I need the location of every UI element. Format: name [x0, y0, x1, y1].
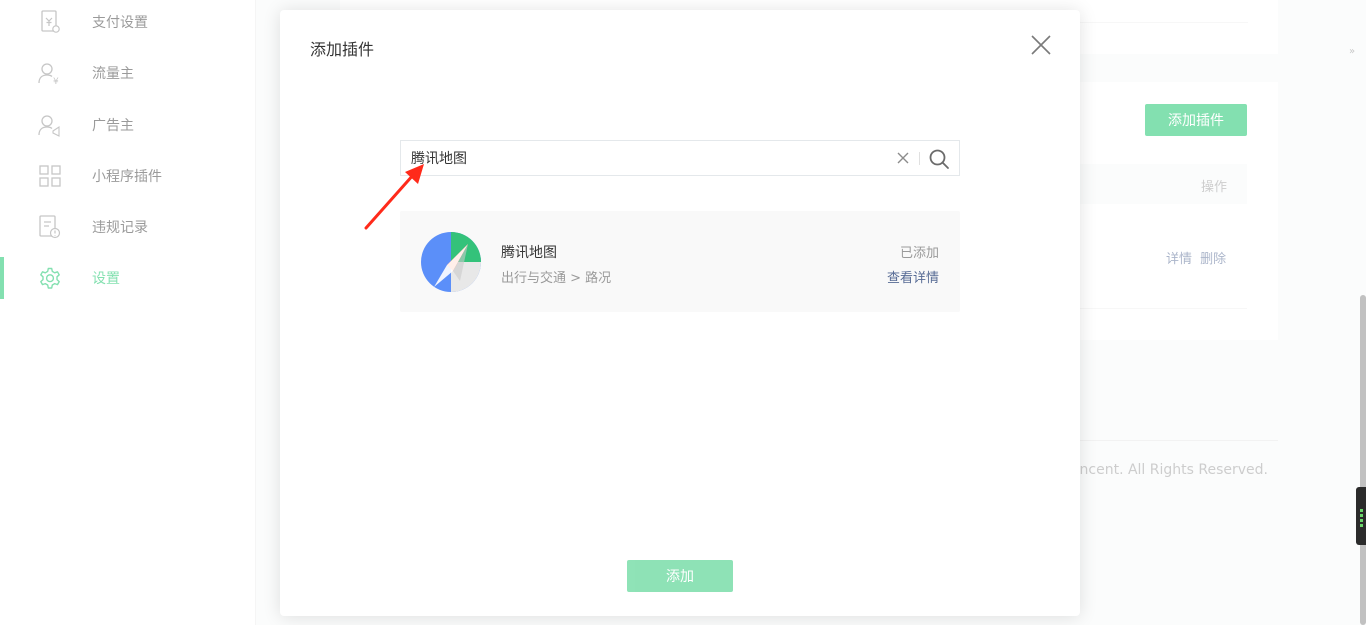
- side-widget[interactable]: [1356, 487, 1366, 545]
- plugin-status: 已添加: [899, 246, 939, 261]
- add-button[interactable]: 添加: [627, 560, 733, 592]
- view-details-link[interactable]: 查看详情: [887, 267, 939, 286]
- plugin-category: 出行与交通 > 路况: [501, 271, 612, 286]
- plugin-name: 腾讯地图: [501, 245, 557, 261]
- divider: [919, 152, 920, 165]
- close-icon[interactable]: [1028, 32, 1054, 58]
- search-icon[interactable]: [927, 147, 951, 171]
- scrollbar-thumb[interactable]: [1360, 295, 1366, 625]
- add-plugin-dialog: 添加插件 腾讯地图 出行与交通 > 路况 已添加 查看详情 添加: [280, 10, 1080, 616]
- plugin-result-item[interactable]: 腾讯地图 出行与交通 > 路况 已添加 查看详情: [400, 211, 960, 312]
- double-chevron-icon[interactable]: »: [1349, 46, 1355, 57]
- tencent-map-logo-icon: [420, 231, 482, 293]
- plugin-search-box: [400, 140, 960, 176]
- clear-icon[interactable]: [895, 150, 911, 166]
- dialog-title: 添加插件: [310, 40, 375, 59]
- annotation-arrow-icon: [364, 164, 424, 230]
- search-input[interactable]: [411, 141, 881, 175]
